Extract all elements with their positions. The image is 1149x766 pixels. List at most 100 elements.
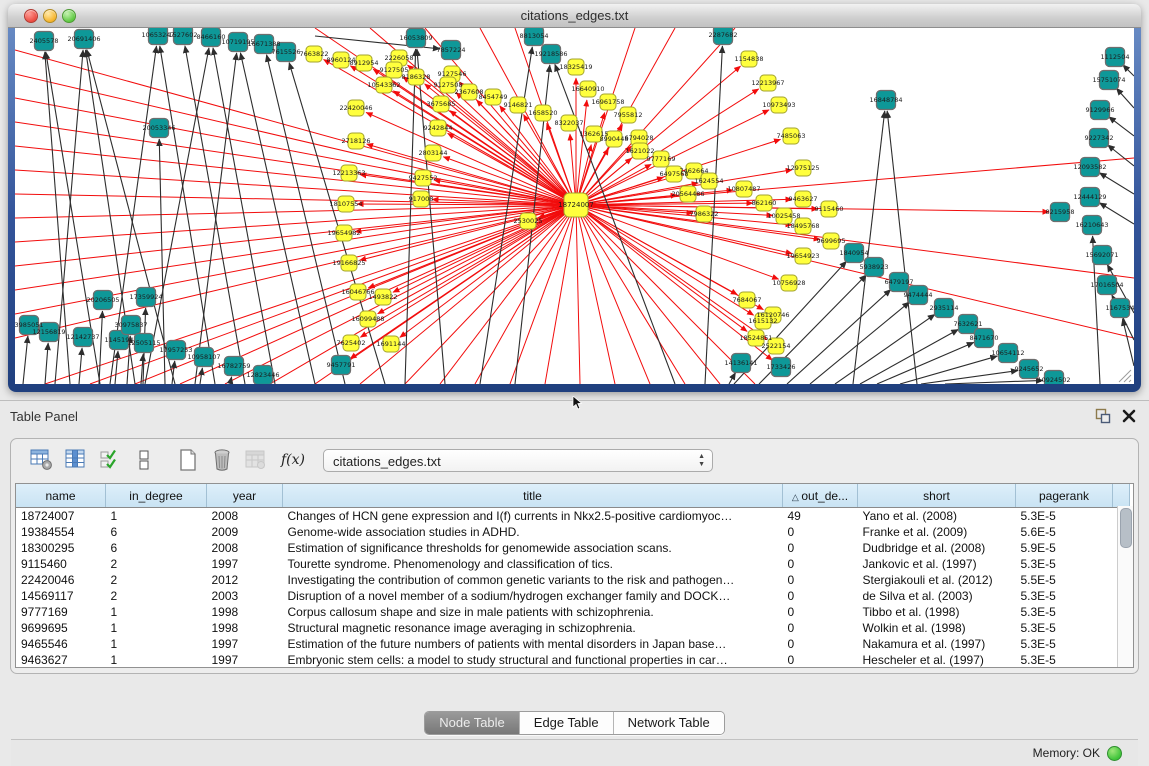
table-cell[interactable]: Hescheler et al. (1997) [858, 652, 1016, 668]
window-titlebar[interactable]: citations_edges.txt [8, 4, 1141, 28]
table-cell[interactable]: 5.9E-5 [1016, 540, 1113, 556]
table-cell[interactable]: 1 [106, 604, 207, 620]
table-row[interactable]: 1938455462009Genome-wide association stu… [16, 524, 1130, 540]
table-row[interactable]: 946554611997Estimation of the future num… [16, 636, 1130, 652]
table-cell[interactable]: 2 [106, 556, 207, 572]
table-cell[interactable]: 1997 [207, 652, 283, 668]
table-cell[interactable]: 0 [783, 620, 858, 636]
column-header-year[interactable]: year [207, 484, 283, 508]
table-cell[interactable]: Franke et al. (2009) [858, 524, 1016, 540]
scrollbar-thumb[interactable] [1120, 508, 1132, 548]
select-rows-check-icon[interactable] [97, 448, 123, 472]
table-cell[interactable]: 5.5E-5 [1016, 572, 1113, 588]
tab-edge-table[interactable]: Edge Table [519, 712, 613, 734]
table-cell[interactable]: 5.3E-5 [1016, 604, 1113, 620]
table-cell[interactable]: 1 [106, 508, 207, 525]
column-header-in_degree[interactable]: in_degree [106, 484, 207, 508]
table-cell[interactable]: 0 [783, 540, 858, 556]
network-canvas[interactable]: 2405578206914061065324715276028466160107… [15, 28, 1134, 384]
delete-column-trash-icon[interactable] [209, 448, 235, 472]
table-cell[interactable]: 9115460 [16, 556, 106, 572]
table-row[interactable]: 977716911998Corpus callosum shape and si… [16, 604, 1130, 620]
table-cell[interactable]: 9463627 [16, 652, 106, 668]
table-cell[interactable]: Jankovic et al. (1997) [858, 556, 1016, 572]
column-header-short[interactable]: short [858, 484, 1016, 508]
table-cell[interactable]: 49 [783, 508, 858, 525]
table-mode-icon[interactable] [29, 448, 55, 472]
table-cell[interactable]: 2009 [207, 524, 283, 540]
table-cell[interactable]: 9777169 [16, 604, 106, 620]
new-column-icon[interactable] [175, 448, 201, 472]
column-header-pagerank[interactable]: pagerank [1016, 484, 1113, 508]
memory-status-indicator[interactable] [1107, 746, 1122, 761]
table-cell[interactable]: Tourette syndrome. Phenomenology and cla… [283, 556, 783, 572]
table-cell[interactable]: Genome-wide association studies in ADHD. [283, 524, 783, 540]
table-cell[interactable]: 5.3E-5 [1016, 508, 1113, 525]
table-cell[interactable]: Investigating the contribution of common… [283, 572, 783, 588]
function-builder-icon[interactable]: f(x) [281, 452, 305, 468]
table-selector-dropdown[interactable]: citations_edges.txt ▲▼ [323, 449, 713, 472]
table-cell[interactable]: Structural magnetic resonance image aver… [283, 620, 783, 636]
table-cell[interactable]: 9465546 [16, 636, 106, 652]
table-cell[interactable]: 0 [783, 636, 858, 652]
table-cell[interactable]: 1997 [207, 636, 283, 652]
network-window[interactable]: citations_edges.txt 24055782069140610653… [8, 4, 1141, 392]
table-cell[interactable]: Dudbridge et al. (2008) [858, 540, 1016, 556]
table-cell[interactable]: 19384554 [16, 524, 106, 540]
table-cell[interactable]: Stergiakouli et al. (2012) [858, 572, 1016, 588]
table-cell[interactable]: 2012 [207, 572, 283, 588]
table-cell[interactable]: 6 [106, 540, 207, 556]
table-cell[interactable]: 1 [106, 620, 207, 636]
column-header-filler[interactable] [1113, 484, 1130, 508]
table-cell[interactable]: Yano et al. (2008) [858, 508, 1016, 525]
table-cell[interactable]: Estimation of the future numbers of pati… [283, 636, 783, 652]
table-cell[interactable]: 6 [106, 524, 207, 540]
table-cell[interactable]: Corpus callosum shape and size in male p… [283, 604, 783, 620]
table-cell[interactable]: 18300295 [16, 540, 106, 556]
table-cell[interactable]: 14569117 [16, 588, 106, 604]
column-header-out_de...[interactable]: △ out_de... [783, 484, 858, 508]
table-header-row[interactable]: namein_degreeyeartitle△ out_de...shortpa… [16, 484, 1130, 508]
table-cell[interactable]: 5.3E-5 [1016, 556, 1113, 572]
canvas-resize-grip[interactable] [1119, 370, 1131, 382]
table-cell[interactable]: 2 [106, 572, 207, 588]
table-cell[interactable]: 5.3E-5 [1016, 652, 1113, 668]
table-cell[interactable]: Wolkin et al. (1998) [858, 620, 1016, 636]
table-cell[interactable]: 2003 [207, 588, 283, 604]
table-cell[interactable]: 0 [783, 524, 858, 540]
table-cell[interactable]: 5.3E-5 [1016, 588, 1113, 604]
table-row[interactable]: 1830029562008Estimation of significance … [16, 540, 1130, 556]
table-row[interactable]: 969969511998Structural magnetic resonanc… [16, 620, 1130, 636]
table-row[interactable]: 946362711997Embryonic stem cells: a mode… [16, 652, 1130, 668]
table-row[interactable]: 2242004622012Investigating the contribut… [16, 572, 1130, 588]
table-row[interactable]: 911546021997Tourette syndrome. Phenomeno… [16, 556, 1130, 572]
table-cell[interactable]: 1 [106, 636, 207, 652]
table-row[interactable]: 1456911722003Disruption of a novel membe… [16, 588, 1130, 604]
tab-network-table[interactable]: Network Table [613, 712, 724, 734]
column-header-name[interactable]: name [16, 484, 106, 508]
table-cell[interactable]: Changes of HCN gene expression and I(f) … [283, 508, 783, 525]
table-cell[interactable]: 0 [783, 588, 858, 604]
row-height-icon[interactable] [131, 448, 157, 472]
table-vertical-scrollbar[interactable] [1117, 506, 1133, 667]
table-cell[interactable]: 9699695 [16, 620, 106, 636]
tab-node-table[interactable]: Node Table [425, 712, 519, 734]
table-cell[interactable]: Nakamura et al. (1997) [858, 636, 1016, 652]
table-cell[interactable]: 0 [783, 652, 858, 668]
float-panel-icon[interactable] [1095, 408, 1111, 424]
table-cell[interactable]: 5.3E-5 [1016, 636, 1113, 652]
table-cell[interactable]: Estimation of significance thresholds fo… [283, 540, 783, 556]
table-cell[interactable]: 1998 [207, 604, 283, 620]
table-cell[interactable]: 2008 [207, 508, 283, 525]
table-cell[interactable]: Tibbo et al. (1998) [858, 604, 1016, 620]
table-cell[interactable]: Embryonic stem cells: a model to study s… [283, 652, 783, 668]
table-cell[interactable]: 18724007 [16, 508, 106, 525]
table-cell[interactable]: 0 [783, 572, 858, 588]
table-cell[interactable]: 5.3E-5 [1016, 620, 1113, 636]
attribute-table[interactable]: namein_degreeyeartitle△ out_de...shortpa… [16, 484, 1130, 668]
table-cell[interactable]: 22420046 [16, 572, 106, 588]
table-cell[interactable]: 1998 [207, 620, 283, 636]
table-cell[interactable]: 0 [783, 556, 858, 572]
column-header-title[interactable]: title [283, 484, 783, 508]
table-cell[interactable]: de Silva et al. (2003) [858, 588, 1016, 604]
